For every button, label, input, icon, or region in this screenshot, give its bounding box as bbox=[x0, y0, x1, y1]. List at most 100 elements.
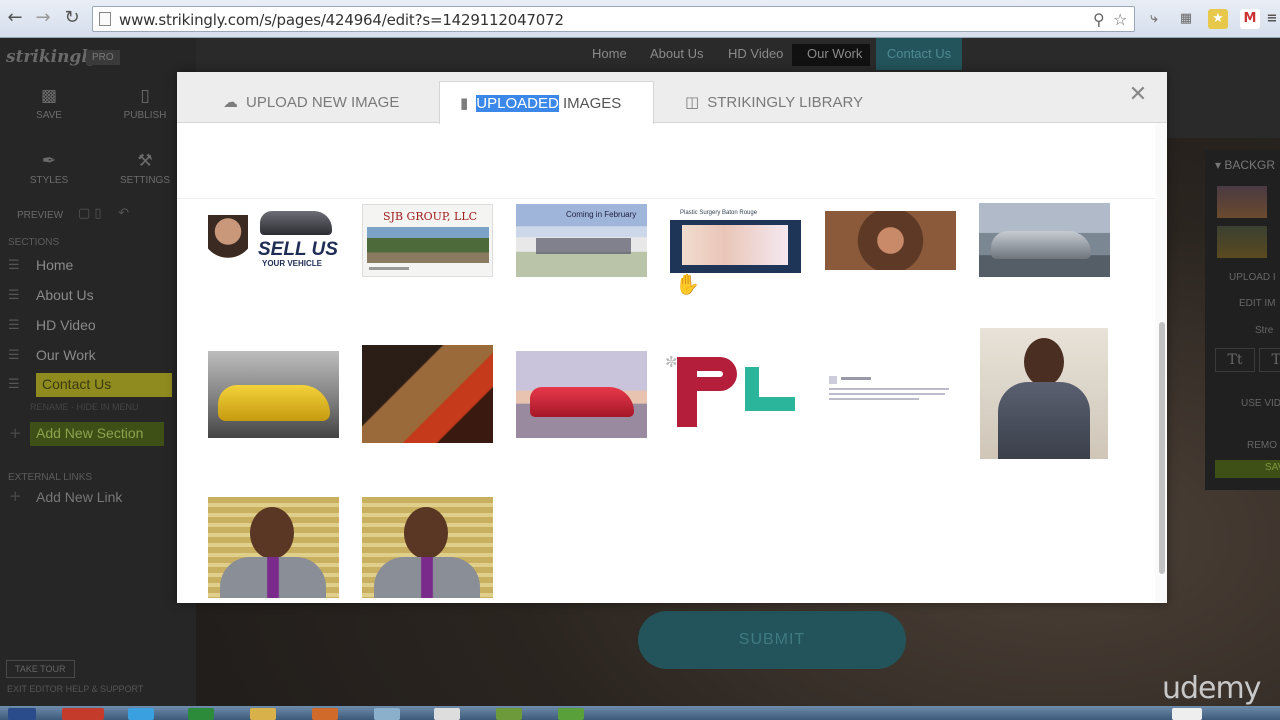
plus-icon: + bbox=[9, 424, 22, 442]
sidebar-item-home[interactable]: ☰ Home bbox=[8, 254, 168, 278]
site-nav-video[interactable]: HD Video bbox=[728, 46, 783, 61]
add-link-button[interactable]: Add New Link bbox=[36, 489, 122, 505]
scrollbar-thumb[interactable] bbox=[1159, 322, 1165, 574]
thumbnail-testimonial[interactable] bbox=[825, 372, 956, 414]
drag-handle-icon[interactable]: ☰ bbox=[8, 288, 20, 303]
face-photo bbox=[682, 225, 788, 265]
thumbnail-building[interactable]: Coming in February bbox=[516, 204, 647, 277]
url-text[interactable]: www.strikingly.com/s/pages/424964/edit?s… bbox=[119, 11, 564, 29]
edit-image-label[interactable]: EDIT IM bbox=[1239, 298, 1275, 309]
hand-cursor-icon: ✋ bbox=[675, 272, 700, 296]
upload-image-label[interactable]: UPLOAD I bbox=[1229, 272, 1276, 283]
extension-tool-icon[interactable]: ⤷ bbox=[1144, 9, 1164, 29]
chrome-taskbar-icon[interactable] bbox=[62, 708, 104, 720]
device-preview-icons[interactable]: ▢ ▯ ↶ bbox=[78, 206, 129, 221]
styles-label: STYLES bbox=[29, 175, 69, 186]
tab-upload-new[interactable]: ☁ UPLOAD NEW IMAGE bbox=[223, 81, 423, 124]
close-icon[interactable]: ✕ bbox=[1127, 84, 1149, 106]
divider bbox=[177, 198, 1155, 199]
thumbnail-bronze-car[interactable] bbox=[362, 345, 493, 443]
thumbnail-silver-sedan[interactable] bbox=[979, 203, 1110, 277]
thumbnail-sjb-group[interactable]: SJB GROUP, LLC bbox=[362, 204, 493, 277]
stretch-label[interactable]: Stre bbox=[1255, 325, 1273, 336]
logo-l-base bbox=[745, 397, 795, 411]
footer-links[interactable]: EXIT EDITOR HELP & SUPPORT bbox=[7, 684, 143, 694]
bg-thumb[interactable] bbox=[1217, 186, 1267, 218]
thumbnail-yellow-car[interactable] bbox=[208, 351, 339, 438]
text-style-light-icon[interactable]: Tt bbox=[1215, 348, 1255, 372]
forward-arrow-icon[interactable]: → bbox=[32, 7, 54, 29]
chrome-menu-icon[interactable]: ≡ bbox=[1262, 9, 1280, 29]
site-nav-work[interactable]: Our Work bbox=[807, 46, 862, 61]
tab-strikingly-library[interactable]: ◫ STRIKINGLY LIBRARY bbox=[685, 81, 895, 124]
ie-taskbar-icon[interactable] bbox=[128, 708, 154, 720]
gmail-icon[interactable]: M bbox=[1240, 9, 1260, 29]
thumbnail-man-suit[interactable] bbox=[980, 328, 1108, 459]
sidebar-item-about[interactable]: ☰ About Us bbox=[8, 284, 168, 308]
text-style-dark-icon[interactable]: Tt bbox=[1259, 348, 1280, 372]
sidebar-item-label: About Us bbox=[36, 287, 94, 303]
site-nav-home[interactable]: Home bbox=[592, 46, 627, 61]
sidebar-item-video[interactable]: ☰ HD Video bbox=[8, 314, 168, 338]
drag-handle-icon[interactable]: ☰ bbox=[8, 318, 20, 333]
panel-save-button[interactable]: SAVE bbox=[1215, 460, 1280, 478]
drag-handle-icon[interactable]: ☰ bbox=[8, 348, 20, 363]
firefox-taskbar-icon[interactable] bbox=[312, 708, 338, 720]
tab-uploaded-images[interactable]: ▮ UPLOADED IMAGES bbox=[439, 81, 654, 124]
app-taskbar-icon[interactable] bbox=[496, 708, 522, 720]
take-tour-button[interactable]: TAKE TOUR bbox=[6, 660, 75, 678]
logo-p-bowl bbox=[677, 357, 737, 391]
sidebar-item-label: HD Video bbox=[36, 317, 96, 333]
thumbnail-plastic-surgery[interactable]: Plastic Surgery Baton Rouge bbox=[670, 208, 801, 273]
thumbnail-sell-us[interactable]: SELL US YOUR VEHICLE bbox=[208, 207, 339, 270]
thumbnail-man-stadium-2[interactable] bbox=[362, 497, 493, 598]
extension-star-icon[interactable]: ★ bbox=[1208, 9, 1228, 29]
notepad-taskbar-icon[interactable] bbox=[374, 708, 400, 720]
brush-icon: ✒ bbox=[41, 151, 57, 171]
settings-label: SETTINGS bbox=[119, 175, 170, 186]
start-icon[interactable] bbox=[8, 708, 36, 720]
remove-label[interactable]: REMO bbox=[1247, 440, 1277, 451]
back-arrow-icon[interactable]: ← bbox=[4, 7, 26, 29]
thumbnail-pl-logo[interactable]: ✼ PL bbox=[661, 353, 801, 431]
car-shape bbox=[530, 387, 634, 417]
sidebar-item-work[interactable]: ☰ Our Work bbox=[8, 344, 168, 368]
site-nav-about[interactable]: About Us bbox=[650, 46, 703, 61]
submit-button[interactable]: SUBMIT bbox=[638, 611, 906, 669]
folder-icon: ▮ bbox=[460, 94, 469, 112]
tab-label-highlight: UPLOADED bbox=[476, 95, 559, 112]
app-taskbar-icon[interactable] bbox=[558, 708, 584, 720]
image-picker-modal: ☁ UPLOAD NEW IMAGE ▮ UPLOADED IMAGES ◫ STRI… bbox=[177, 72, 1167, 603]
tab-label: IMAGES bbox=[558, 95, 622, 112]
key-icon[interactable]: ⚲ bbox=[1093, 10, 1105, 29]
styles-button[interactable]: ✒ STYLES bbox=[2, 143, 96, 205]
address-bar[interactable]: www.strikingly.com/s/pages/424964/edit?s… bbox=[92, 6, 1135, 32]
extension-puzzle-icon[interactable]: ▦ bbox=[1176, 9, 1196, 29]
site-nav-contact[interactable]: Contact Us bbox=[876, 38, 962, 70]
suit-shape bbox=[220, 557, 326, 598]
text-line bbox=[829, 388, 949, 390]
add-section-button[interactable]: Add New Section bbox=[30, 422, 164, 446]
drag-handle-icon[interactable]: ☰ bbox=[8, 258, 20, 273]
use-video-label[interactable]: USE VID bbox=[1241, 398, 1280, 409]
reload-icon[interactable]: ↻ bbox=[61, 7, 83, 29]
plus-icon: + bbox=[9, 487, 22, 505]
keyboard-icon[interactable] bbox=[1172, 708, 1202, 720]
cloud-upload-icon: ☁ bbox=[223, 93, 238, 111]
thumbnail-red-car[interactable] bbox=[516, 351, 647, 438]
panel-header: ▾ BACKGR bbox=[1215, 158, 1276, 172]
drag-handle-icon[interactable]: ☰ bbox=[8, 377, 20, 392]
folder-taskbar-icon[interactable] bbox=[250, 708, 276, 720]
sidebar-item-contact[interactable]: ☰ Contact Us bbox=[8, 373, 172, 397]
sidebar-item-label: Home bbox=[36, 257, 74, 273]
thumbnail-woman-hair[interactable] bbox=[825, 211, 956, 270]
section-actions[interactable]: RENAME · HIDE IN MENU bbox=[30, 402, 139, 412]
app-taskbar-icon[interactable] bbox=[188, 708, 214, 720]
bg-thumb[interactable] bbox=[1217, 226, 1267, 258]
app-taskbar-icon[interactable] bbox=[434, 708, 460, 720]
head-shape bbox=[404, 507, 448, 559]
thumbnail-man-stadium-1[interactable] bbox=[208, 497, 339, 598]
star-icon[interactable]: ☆ bbox=[1113, 10, 1127, 29]
save-button[interactable]: ▩ SAVE bbox=[2, 78, 96, 140]
preview-label[interactable]: PREVIEW bbox=[17, 210, 63, 221]
